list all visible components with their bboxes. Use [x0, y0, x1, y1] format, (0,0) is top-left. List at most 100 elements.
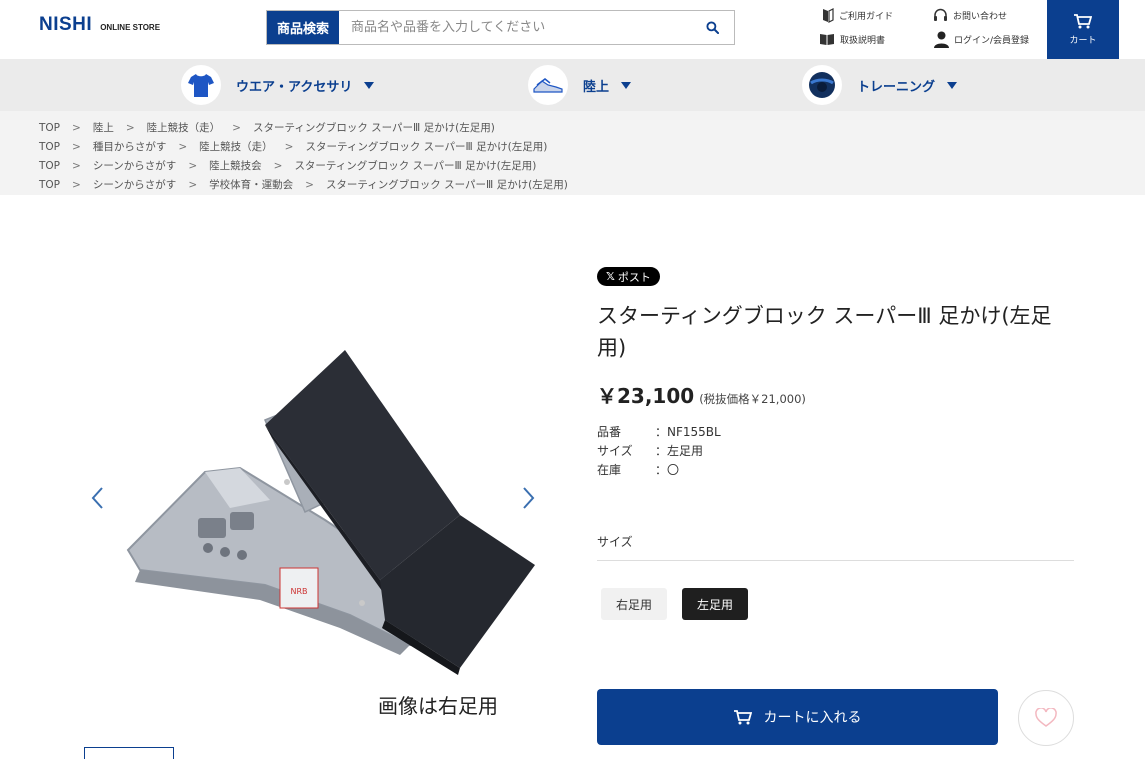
category-wear[interactable]: ウエア・アクセサリ: [181, 65, 375, 105]
user-icon: [934, 31, 949, 48]
breadcrumb-separator: >: [178, 140, 188, 153]
site-logo[interactable]: NISHI ONLINE STORE: [39, 14, 160, 36]
gallery-thumbnail[interactable]: [84, 747, 174, 759]
breadcrumb-link[interactable]: TOP: [39, 122, 60, 134]
size-option-right[interactable]: 右足用: [601, 588, 668, 620]
spec-value: NF155BL: [667, 424, 721, 439]
breadcrumb-separator: >: [72, 178, 81, 191]
breadcrumb-link[interactable]: 陸上: [93, 120, 114, 135]
cart-icon: [733, 709, 752, 724]
breadcrumb-link[interactable]: TOP: [39, 160, 60, 172]
header-links: ご利用ガイド お問い合わせ 取扱説明書 ログイン/会員登録: [818, 6, 1043, 54]
size-label: サイズ: [597, 535, 633, 549]
search-bar: 商品検索: [266, 10, 735, 45]
breadcrumb-current: スターティングブロック スーパーⅢ 足かけ(左足用): [325, 179, 568, 191]
x-post-label: ポスト: [617, 270, 651, 284]
manual-book-icon: [820, 34, 834, 45]
breadcrumb-link[interactable]: 学校体育・運動会: [209, 177, 293, 192]
search-label: 商品検索: [267, 11, 339, 44]
header-cart-button[interactable]: カート: [1047, 0, 1119, 59]
spec-separator: ：: [655, 425, 668, 439]
spikes-icon: [533, 78, 563, 93]
shirt-icon: [188, 74, 214, 97]
guide-book-icon: [823, 8, 834, 23]
product-price: ￥23,100 (税抜価格￥21,000): [597, 380, 806, 409]
spec-row: サイズ ： 左足用: [597, 441, 721, 460]
breadcrumb-separator: >: [188, 178, 198, 191]
size-divider: [597, 560, 1074, 561]
breadcrumb-row: TOP > 陸上 > 陸上競技（走） > スターティングブロック スーパーⅢ 足かけ(…: [0, 118, 1145, 137]
breadcrumb-link[interactable]: シーンからさがす: [93, 177, 176, 192]
category-training-label: トレーニング: [857, 79, 936, 95]
product-specs: 品番 ： NF155BL サイズ ： 左足用 在庫 ： 〇: [597, 422, 721, 479]
breadcrumb-current: スターティングブロック スーパーⅢ 足かけ(左足用): [305, 141, 548, 153]
spec-value: 〇: [667, 463, 680, 477]
manual-label: 取扱説明書: [840, 36, 886, 46]
category-track[interactable]: 陸上: [528, 65, 632, 105]
x-post-button[interactable]: 𝕏 ポスト: [597, 267, 660, 286]
gallery-next-arrow[interactable]: [522, 486, 536, 510]
breadcrumb-current: スターティングブロック スーパーⅢ 足かけ(左足用): [294, 160, 537, 172]
spec-separator: ：: [655, 463, 668, 477]
ball-icon: [809, 72, 835, 98]
breadcrumb-link[interactable]: 陸上競技会: [209, 158, 262, 173]
search-button[interactable]: [690, 11, 734, 44]
breadcrumb-separator: >: [72, 121, 81, 134]
breadcrumb-link[interactable]: 陸上競技（走）: [199, 139, 273, 154]
guide-link[interactable]: ご利用ガイド: [822, 8, 893, 23]
price-value: ￥23,100: [597, 384, 695, 408]
breadcrumb-link[interactable]: TOP: [39, 141, 60, 153]
breadcrumb-row: TOP > シーンからさがす > 陸上競技会 > スターティングブロック スーパーⅢ …: [0, 156, 1145, 175]
starting-block-illustration: NRB: [126, 350, 535, 675]
breadcrumb-current: スターティングブロック スーパーⅢ 足かけ(左足用): [252, 122, 495, 134]
favorite-button[interactable]: [1018, 690, 1074, 746]
login-link[interactable]: ログイン/会員登録: [934, 31, 1029, 48]
manual-link[interactable]: 取扱説明書: [819, 33, 885, 46]
breadcrumb-link[interactable]: 陸上競技（走）: [147, 120, 221, 135]
heart-icon: [1035, 708, 1057, 727]
spec-separator: ：: [655, 444, 668, 458]
breadcrumb: TOP > 陸上 > 陸上競技（走） > スターティングブロック スーパーⅢ 足かけ(…: [0, 111, 1145, 195]
cart-label: カート: [1069, 35, 1097, 46]
category-training-thumb: [802, 65, 842, 105]
gallery-plate-text: NRB: [290, 587, 307, 596]
headset-icon: [934, 8, 947, 21]
category-track-label: 陸上: [583, 79, 610, 95]
breadcrumb-separator: >: [273, 159, 283, 172]
category-wear-label: ウエア・アクセサリ: [236, 79, 353, 95]
spec-value: 左足用: [667, 444, 704, 458]
breadcrumb-row: TOP > シーンからさがす > 学校体育・運動会 > スターティングブロック スーパ…: [0, 175, 1145, 194]
breadcrumb-link[interactable]: シーンからさがす: [93, 158, 176, 173]
breadcrumb-separator: >: [72, 140, 81, 153]
breadcrumb-separator: >: [188, 159, 198, 172]
chevron-down-icon: [621, 81, 632, 89]
spec-row: 品番 ： NF155BL: [597, 422, 721, 441]
price-tax-excluded: (税抜価格￥21,000): [699, 392, 806, 406]
category-wear-thumb: [181, 65, 221, 105]
spec-key: 品番: [597, 425, 622, 439]
contact-link[interactable]: お問い合わせ: [933, 8, 1007, 23]
spec-row: 在庫 ： 〇: [597, 460, 721, 479]
search-input[interactable]: [339, 11, 690, 44]
logo-main-text: NISHI: [39, 14, 93, 35]
breadcrumb-separator: >: [284, 140, 294, 153]
category-nav: ウエア・アクセサリ 陸上 トレーニング: [0, 59, 1145, 111]
cart-icon: [1074, 13, 1092, 28]
gallery-prev-arrow[interactable]: [90, 486, 104, 510]
breadcrumb-link[interactable]: TOP: [39, 179, 60, 191]
add-to-cart-label: カートに入れる: [763, 710, 862, 726]
x-logo-icon: 𝕏: [606, 270, 615, 283]
spec-key: サイズ: [597, 444, 633, 458]
product-title: スターティングブロック スーパーⅢ 足かけ(左足用): [597, 304, 1052, 360]
image-caption: 画像は右足用: [378, 694, 498, 718]
site-header: NISHI ONLINE STORE 商品検索 ご利用ガイド お問い合わせ: [0, 0, 1145, 59]
add-to-cart-button[interactable]: カートに入れる: [597, 689, 998, 745]
size-option-left-selected[interactable]: 左足用: [682, 588, 749, 620]
breadcrumb-separator: >: [232, 121, 241, 134]
category-training[interactable]: トレーニング: [802, 65, 958, 105]
breadcrumb-separator: >: [72, 159, 81, 172]
search-icon: [705, 21, 719, 34]
login-label: ログイン/会員登録: [954, 36, 1030, 46]
breadcrumb-link[interactable]: 種目からさがす: [93, 139, 167, 154]
chevron-down-icon: [364, 81, 375, 89]
